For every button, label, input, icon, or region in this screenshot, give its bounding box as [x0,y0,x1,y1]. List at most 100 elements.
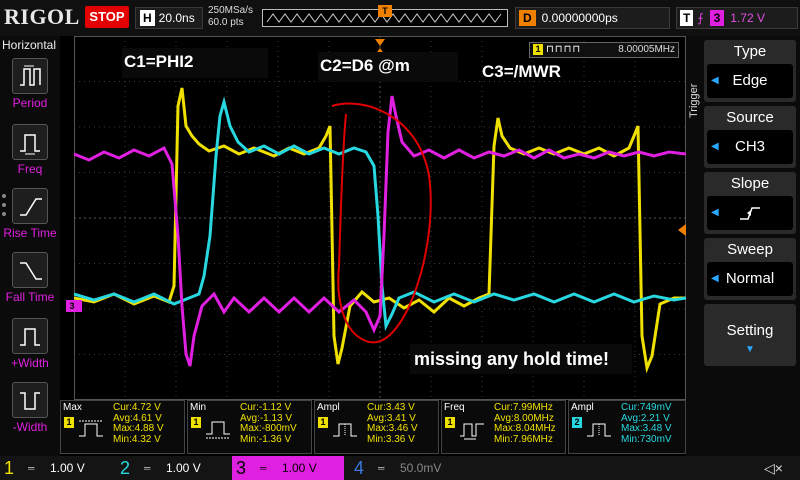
period-label: Period [12,96,48,110]
measure-rise-time[interactable]: Rise Time [0,188,60,240]
measure-name: Freq [444,402,465,413]
run-stop-button[interactable]: STOP [85,6,129,28]
measure-cur: Cur:-1.12 V [240,402,292,413]
counter-wave-icon: ⊓⊓⊓⊓ [546,44,582,55]
trigger-level-marker [678,224,686,236]
measure-max: Max:8.04MHz [494,423,556,434]
left-arrow-icon: ◀ [711,207,719,218]
channel-3-status[interactable]: 3 ═ 1.00 V [232,456,344,480]
trigger-type-value: Edge [732,72,768,89]
left-arrow-icon: ◀ [711,75,719,86]
down-arrow-icon: ▼ [745,344,755,355]
frequency-counter[interactable]: 1 ⊓⊓⊓⊓ 8.00005MHz [529,42,679,58]
trigger-status[interactable]: T ⨍ 3 1.72 V [676,7,798,29]
timebase-value: 20.0ns [158,11,195,25]
measure-channel: 1 [318,417,328,428]
trigger-source-button[interactable]: Source ◀ CH3 [704,106,796,168]
measure-name: Ampl [571,402,594,413]
trigger-label: T [680,10,694,26]
channel-scale: 1.00 V [282,461,317,475]
measure-min: Min:7.96MHz [494,433,553,445]
measure-max: Max:-800mV [240,423,297,434]
delay-value: 0.00000000ps [541,11,618,25]
trigger-sweep-heading: Sweep [704,238,796,262]
amplitude-icon [333,423,357,437]
channel-number: 1 [4,458,15,478]
rise-time-label: Rise Time [3,226,57,240]
measure-channel: 2 [572,417,582,428]
measure-name: Max [63,402,82,413]
channel-4-status[interactable]: 4 ═ 50.0mV [350,456,462,480]
sample-rate: 250MSa/s [208,5,254,16]
rise-time-icon [12,188,48,224]
measurement-max[interactable]: Max 1 Cur:4.72 V Avg:4.61 V Max:4.88 V M… [60,400,185,454]
delay-display[interactable]: D 0.00000000ps [515,7,670,29]
counter-channel-badge: 1 [533,44,543,55]
measure-period[interactable]: Period [0,58,60,110]
max-icon [79,420,103,437]
trigger-level: 1.72 V [730,11,765,25]
trigger-type-heading: Type [704,40,796,64]
measure-channel: 1 [191,417,201,428]
measurement-freq[interactable]: Freq 1 Cur:7.99MHz Avg:8.00MHz Max:8.04M… [441,400,566,454]
speaker-icon[interactable]: ◁× [764,460,783,477]
measure-cur: Cur:749mV [621,402,672,413]
ch3-offset-marker[interactable]: 3 [66,300,78,312]
channel-1-status[interactable]: 1 ═ 1.00 V [0,456,112,480]
c1-annotation-box: C1=PHI2 [122,48,268,78]
freq-icon [12,124,48,160]
channel-bar: 1 ═ 1.00 V 2 ═ 1.00 V 3 ═ 1.00 V 4 ═ 50.… [0,456,800,480]
trigger-sweep-button[interactable]: Sweep ◀ Normal [704,238,796,300]
freq-label: Freq [17,162,43,176]
measure-min: Min:3.36 V [367,433,415,445]
brand-logo: RIGOL [4,4,80,29]
channel-scale: 1.00 V [50,461,85,475]
measure-min: Min:730mV [621,433,672,445]
measure-max: Max:3.48 V [621,423,672,434]
trigger-slope-button[interactable]: Slope ◀ [704,172,796,234]
measure-cur: Cur:7.99MHz [494,402,553,413]
measurement-ampl-ch1[interactable]: Ampl 1 Cur:3.43 V Avg:3.41 V Max:3.46 V … [314,400,439,454]
measure-fall-time[interactable]: Fall Time [0,252,60,304]
memory-depth: 60.0 pts [208,17,244,28]
measure-channel: 1 [445,417,455,428]
min-icon [206,421,230,439]
trigger-setting-button[interactable]: Setting ▼ [704,304,796,366]
fall-time-icon [12,252,48,288]
positive-width-icon [12,318,48,354]
note-annotation: missing any hold time! [414,349,610,369]
channel-number: 2 [120,458,131,478]
measure-channel: 1 [64,417,74,428]
trigger-menu-label: Trigger [688,83,700,118]
trigger-type-button[interactable]: Type ◀ Edge [704,40,796,102]
amplitude-icon [587,423,611,437]
timebase-label: H [140,10,155,26]
negative-width-label: -Width [12,420,48,434]
measurement-ampl-ch2[interactable]: Ampl 2 Cur:749mV Avg:2.21 V Max:3.48 V M… [568,400,686,454]
dc-coupling-icon: ═ [260,463,267,473]
rising-edge-icon: ⨍ [697,11,704,25]
c2-annotation: C2=D6 @m [320,56,410,75]
c2-annotation-box: C2=D6 @m [318,52,458,82]
channel-scale: 1.00 V [166,461,201,475]
rising-edge-icon [740,207,760,220]
measure-max: Max:4.88 V [113,423,164,434]
c1-annotation: C1=PHI2 [124,52,194,71]
counter-value: 8.00005MHz [618,44,675,55]
dc-coupling-icon: ═ [378,463,385,473]
channel-2-status[interactable]: 2 ═ 1.00 V [116,456,228,480]
trigger-position-marker: T [378,5,392,17]
left-arrow-icon: ◀ [711,141,719,152]
measure-max: Max:3.46 V [367,423,418,434]
measure-positive-width[interactable]: +Width [0,318,60,370]
measurement-min[interactable]: Min 1 Cur:-1.12 V Avg:-1.13 V Max:-800mV… [187,400,312,454]
waveform-display[interactable]: C1=PHI2 C2=D6 @m C3=/MWR missing any hol… [72,36,687,400]
timebase-display[interactable]: H 20.0ns [135,7,203,29]
note-annotation-box: missing any hold time! [410,344,632,374]
measure-negative-width[interactable]: -Width [0,382,60,434]
measure-freq[interactable]: Freq [0,124,60,176]
c3-annotation: C3=/MWR [482,62,561,81]
trigger-source-badge: 3 [709,10,725,26]
channel-number: 4 [354,458,365,478]
trigger-slope-heading: Slope [704,172,796,196]
